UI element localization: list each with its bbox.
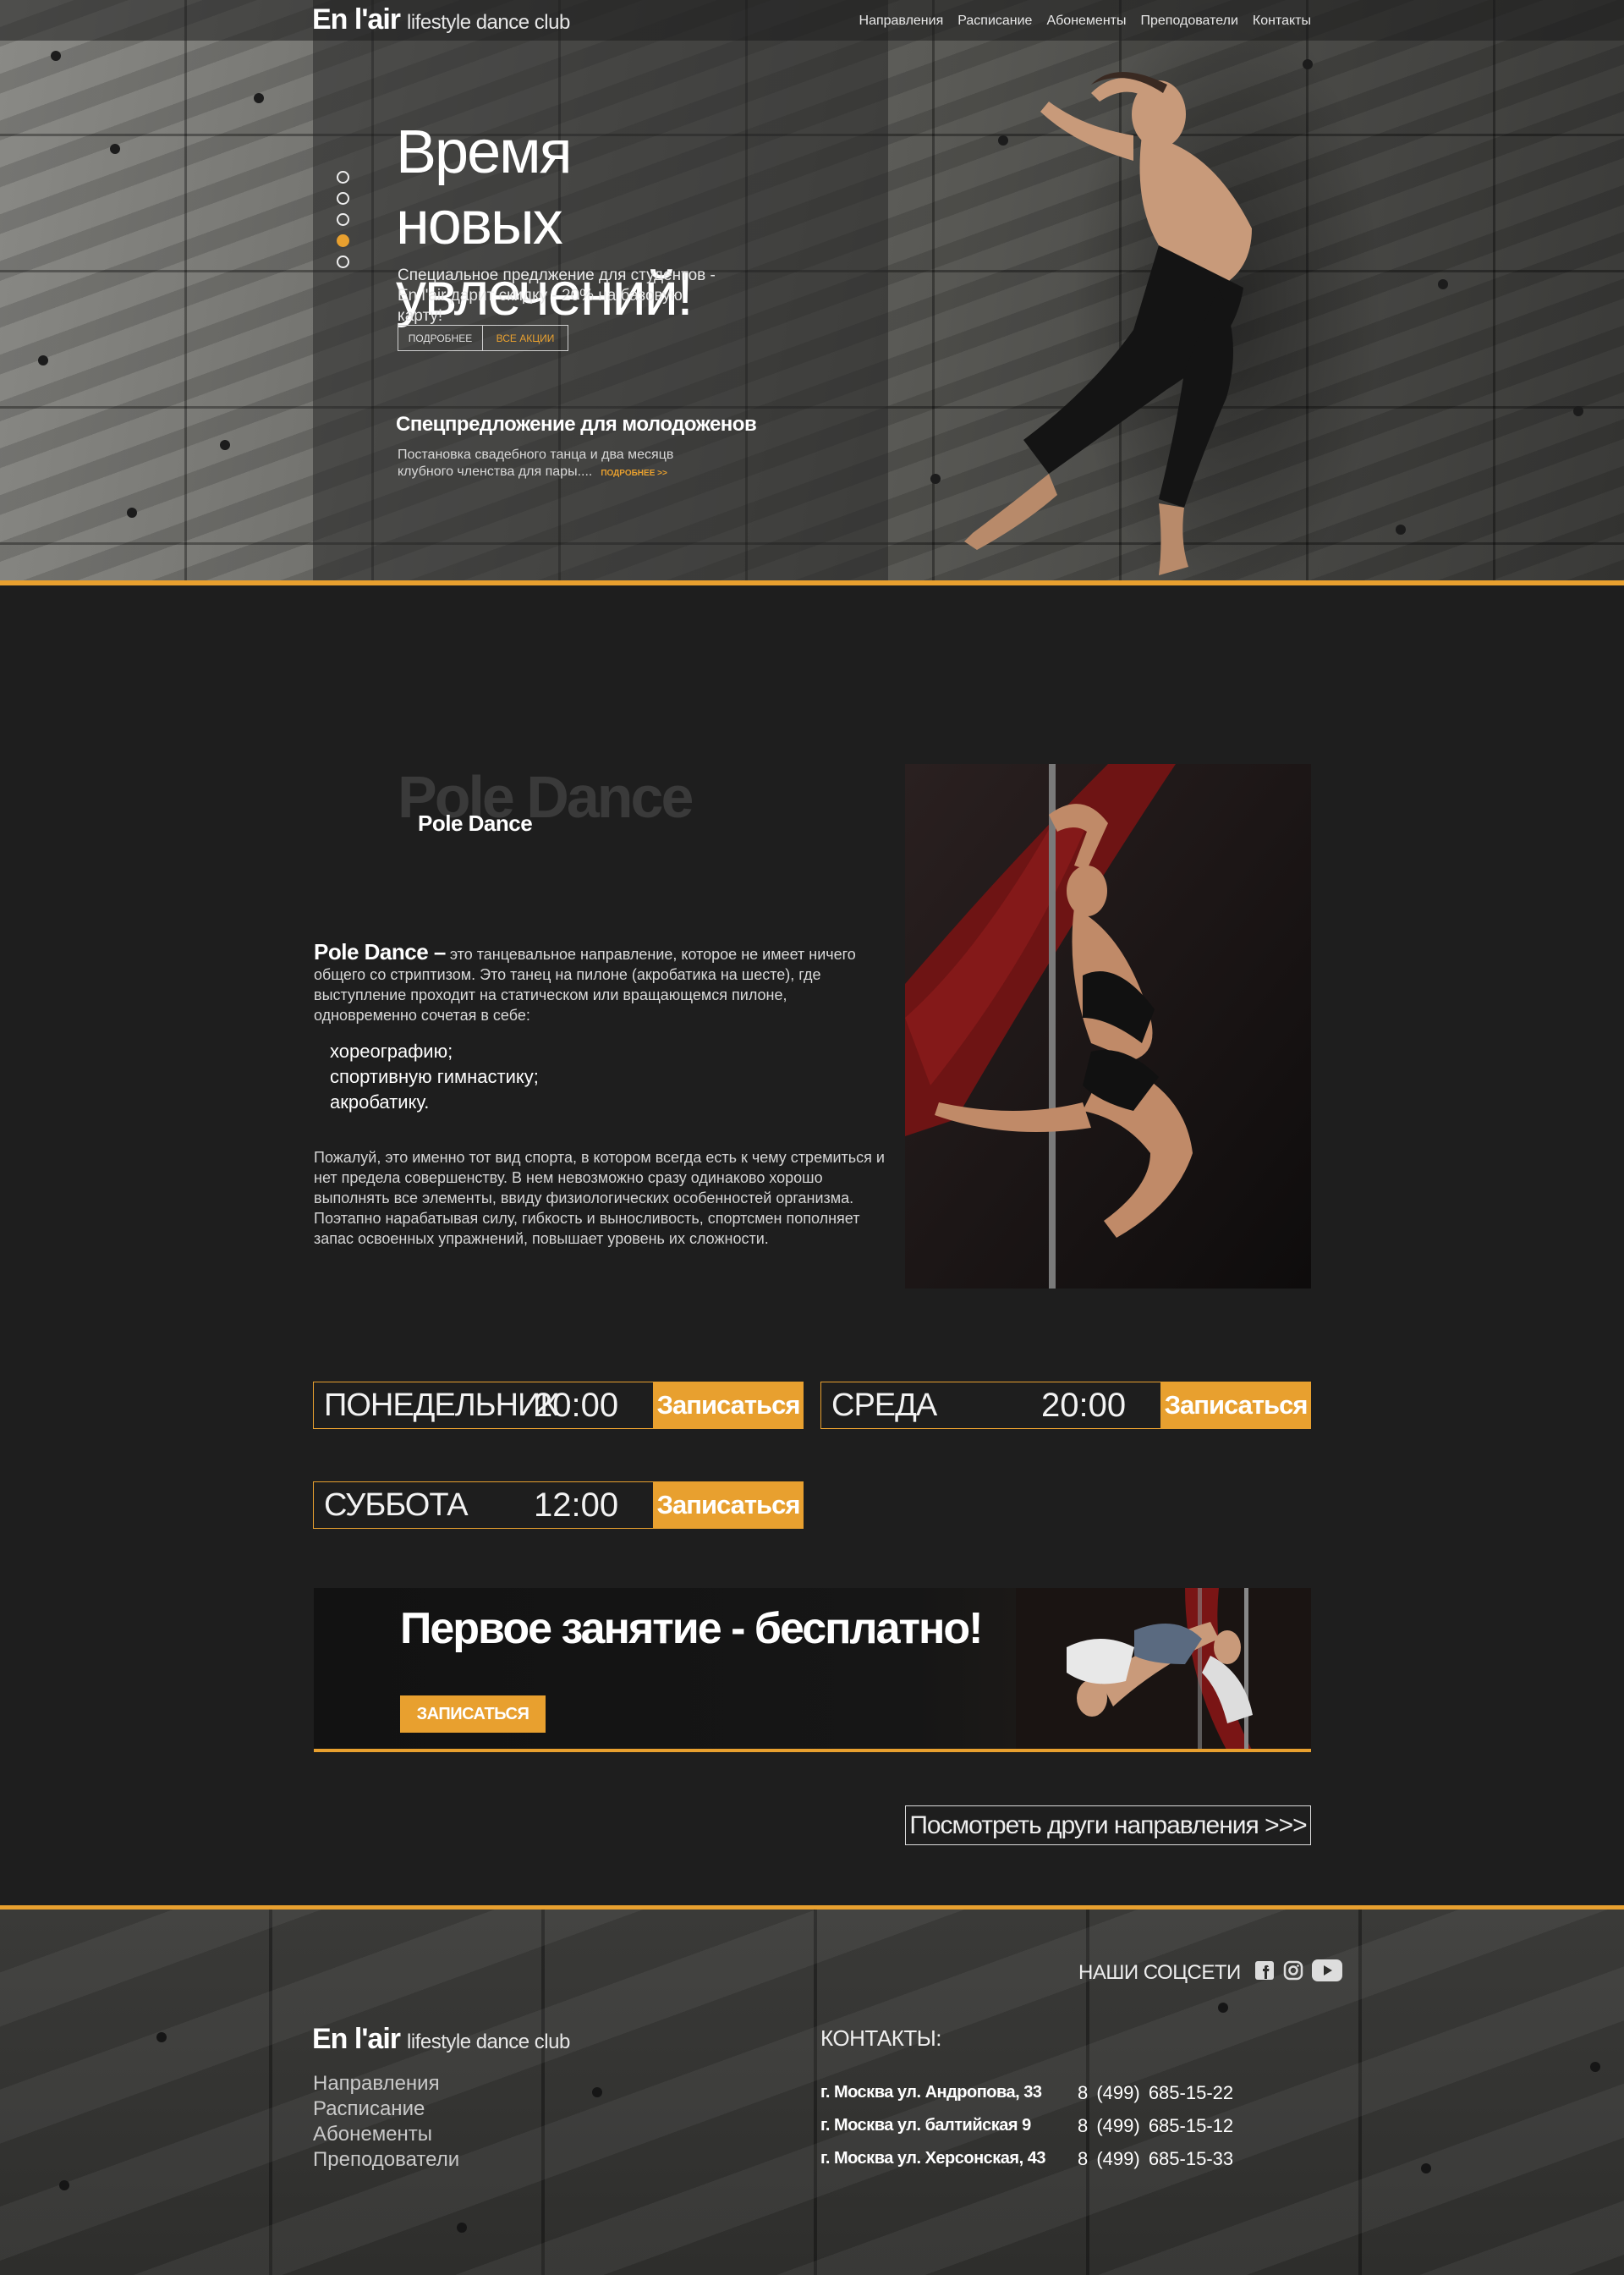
banner-title: Первое занятие - бесплатно!: [400, 1604, 983, 1653]
social-label: НАШИ СОЦСЕТИ: [1078, 1960, 1241, 1984]
slider-dot[interactable]: [337, 171, 349, 184]
hero-lead: Специальное предлжение для студентов - E…: [398, 267, 716, 325]
contacts-list: г. Москва ул. Андропова, 33 8 (499) 685-…: [820, 2076, 1233, 2175]
slider-dots: [337, 171, 349, 268]
logo-brand: En l'air: [312, 3, 401, 36]
wall-bolt: [127, 508, 137, 518]
banner-signup-button[interactable]: ЗАПИСАТЬСЯ: [400, 1695, 546, 1733]
footer-nav-subscriptions[interactable]: Абонементы: [313, 2122, 459, 2147]
pole-dance-intro: Pole Dance – это танцевальное направлени…: [314, 939, 881, 1025]
schedule-day: ПОНЕДЕЛЬНИК: [324, 1387, 559, 1423]
wall-bolt: [220, 440, 230, 450]
intro-term: Pole Dance –: [314, 939, 446, 964]
main-nav: Направления Расписание Абонементы Препод…: [859, 14, 1311, 29]
wall-bolt: [1421, 2163, 1431, 2173]
list-item: хореографию;: [330, 1041, 453, 1062]
top-navigation-bar: [0, 0, 1624, 41]
nav-item-teachers[interactable]: Преподователи: [1140, 14, 1237, 29]
contact-phone[interactable]: 8 (499) 685-15-33: [1078, 2148, 1233, 2170]
enroll-button[interactable]: Записаться: [653, 1382, 804, 1429]
nav-item-directions[interactable]: Направления: [859, 14, 944, 29]
footer: [0, 1910, 1624, 2275]
offer-text: Постановка свадебного танца и два месяцв…: [398, 447, 677, 482]
footer-nav-directions[interactable]: Направления: [313, 2071, 459, 2096]
schedule-time: 20:00: [1041, 1386, 1127, 1424]
wall-bolt: [457, 2223, 467, 2233]
footer-nav-schedule[interactable]: Расписание: [313, 2096, 459, 2122]
wall-bolt: [1218, 2003, 1228, 2013]
more-button[interactable]: ПОДРОБНЕЕ: [398, 325, 483, 351]
slider-dot[interactable]: [337, 192, 349, 205]
schedule-day: СУББОТА: [324, 1486, 469, 1523]
hero-buttons: ПОДРОБНЕЕ ВСЕ АКЦИИ: [398, 325, 568, 351]
list-item: спортивную гимнастику;: [330, 1066, 539, 1087]
free-lesson-banner: Первое занятие - бесплатно! ЗАПИСАТЬСЯ: [314, 1588, 1311, 1751]
other-directions-button[interactable]: Посмотреть други направления >>>: [905, 1805, 1311, 1845]
wall-bolt: [1573, 406, 1583, 416]
wall-bolt: [1396, 525, 1406, 535]
schedule-time: 20:00: [534, 1386, 619, 1424]
nav-item-schedule[interactable]: Расписание: [957, 14, 1032, 29]
hero-title-line-1: Время новых: [396, 118, 573, 257]
section-title: Pole Dance: [418, 811, 533, 836]
slider-dot-active[interactable]: [337, 234, 349, 247]
banner-photo: [1016, 1588, 1311, 1751]
schedule-time: 12:00: [534, 1486, 619, 1524]
enroll-button[interactable]: Записаться: [1160, 1382, 1311, 1429]
banner-accent-line: [314, 1749, 1311, 1752]
facebook-icon[interactable]: [1254, 1960, 1275, 1985]
hero-section: En l'air lifestyle dance club Направлени…: [0, 0, 1624, 584]
contact-phone[interactable]: 8 (499) 685-15-12: [1078, 2115, 1233, 2137]
instagram-icon[interactable]: [1283, 1960, 1303, 1985]
wall-bolt: [254, 93, 264, 103]
pole-dance-description: Пожалуй, это именно тот вид спорта, в ко…: [314, 1149, 885, 1247]
nav-item-subscriptions[interactable]: Абонементы: [1046, 14, 1126, 29]
accent-divider: [0, 580, 1624, 585]
footer-nav: Направления Расписание Абонементы Препод…: [313, 2071, 459, 2173]
schedule-card: СРЕДА 20:00 Записаться: [820, 1382, 1311, 1429]
contact-row: г. Москва ул. балтийская 9 8 (499) 685-1…: [820, 2109, 1233, 2142]
logo-brand: En l'air: [312, 2023, 401, 2055]
wall-bolt: [592, 2087, 602, 2097]
enroll-button[interactable]: Записаться: [653, 1481, 804, 1529]
logo-tagline: lifestyle dance club: [407, 2030, 570, 2053]
schedule-day: СРЕДА: [831, 1387, 937, 1423]
header-logo[interactable]: En l'air lifestyle dance club: [312, 3, 570, 36]
offer-more-link[interactable]: ПОДРОБНЕЕ >>: [601, 469, 667, 478]
wall-bolt: [38, 355, 48, 365]
slider-dot[interactable]: [337, 213, 349, 226]
social-links: НАШИ СОЦСЕТИ: [1078, 1959, 1342, 1986]
wall-bolt: [1438, 279, 1448, 289]
schedule-card: ПОНЕДЕЛЬНИК 20:00 Записаться: [313, 1382, 804, 1429]
elements-list: хореографию; спортивную гимнастику; акро…: [330, 1039, 539, 1115]
contact-row: г. Москва ул. Херсонская, 43 8 (499) 685…: [820, 2142, 1233, 2175]
dancer-figure: [964, 72, 1252, 575]
offer-title: Спецпредложение для молодоженов: [396, 413, 757, 436]
wall-bolt: [1590, 2062, 1600, 2072]
footer-logo[interactable]: En l'air lifestyle dance club: [312, 2023, 570, 2056]
contacts-title: КОНТАКТЫ:: [820, 2025, 941, 2051]
all-promos-button[interactable]: ВСЕ АКЦИИ: [483, 325, 568, 351]
wall-bolt: [51, 51, 61, 61]
contact-address: г. Москва ул. балтийская 9: [820, 2116, 1031, 2135]
schedule-card: СУББОТА 12:00 Записаться: [313, 1481, 804, 1529]
nav-item-contacts[interactable]: Контакты: [1253, 14, 1311, 29]
wall-bolt: [59, 2180, 69, 2190]
wall-bolt: [156, 2032, 167, 2042]
contact-phone[interactable]: 8 (499) 685-15-22: [1078, 2082, 1233, 2104]
pole-dance-photo: [905, 764, 1311, 1289]
wall-bolt: [110, 144, 120, 154]
slider-dot[interactable]: [337, 256, 349, 268]
footer-nav-teachers[interactable]: Преподователи: [313, 2147, 459, 2173]
contact-address: г. Москва ул. Херсонская, 43: [820, 2149, 1045, 2168]
logo-tagline: lifestyle dance club: [407, 11, 570, 34]
youtube-icon[interactable]: [1311, 1959, 1342, 1986]
contact-address: г. Москва ул. Андропова, 33: [820, 2083, 1042, 2102]
contact-row: г. Москва ул. Андропова, 33 8 (499) 685-…: [820, 2076, 1233, 2109]
list-item: акробатику.: [330, 1091, 430, 1113]
